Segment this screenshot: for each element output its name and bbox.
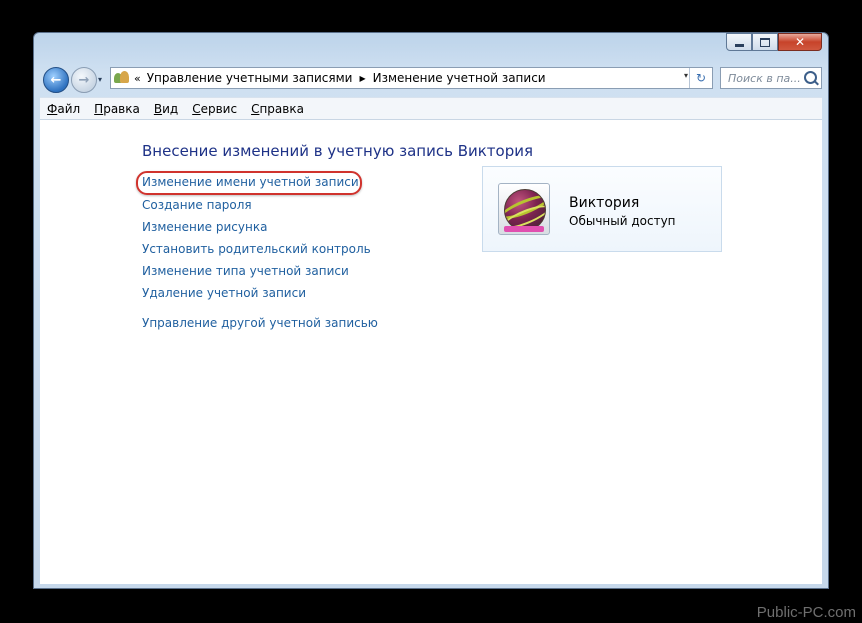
user-name: Виктория: [569, 195, 640, 211]
menu-help[interactable]: Справка: [251, 102, 304, 116]
link-delete-account[interactable]: Удаление учетной записи: [142, 286, 306, 300]
link-create-password[interactable]: Создание пароля: [142, 198, 252, 212]
ball-avatar-icon: [498, 183, 550, 235]
user-accounts-icon: [114, 71, 130, 85]
link-change-account-type[interactable]: Изменение типа учетной записи: [142, 264, 349, 278]
back-button[interactable]: ←: [43, 67, 69, 93]
maximize-icon: [760, 37, 770, 47]
page-title: Внесение изменений в учетную запись Викт…: [142, 142, 534, 160]
link-change-account-name[interactable]: Изменение имени учетной записи: [142, 175, 359, 189]
address-bar[interactable]: « Управление учетными записями ▶ Изменен…: [110, 67, 713, 89]
close-button[interactable]: ✕: [778, 33, 822, 51]
breadcrumb-user-accounts[interactable]: Управление учетными записями: [147, 71, 353, 85]
explorer-window: ✕ ← → ▾ « Управление учетными записями ▶…: [33, 32, 829, 589]
menu-bar: Файл Правка Вид Сервис Справка: [40, 97, 822, 120]
forward-arrow-icon: →: [78, 72, 90, 88]
watermark: Public-PC.com: [756, 604, 856, 621]
search-input[interactable]: Поиск в па...: [720, 67, 822, 89]
breadcrumb-change-account[interactable]: Изменение учетной записи: [373, 71, 546, 85]
address-dropdown-icon[interactable]: ▾: [684, 71, 688, 80]
menu-view[interactable]: Вид: [154, 102, 178, 116]
chevron-icon[interactable]: «: [134, 72, 141, 85]
search-icon[interactable]: [804, 71, 817, 84]
maximize-button[interactable]: [752, 33, 778, 51]
link-manage-another-account[interactable]: Управление другой учетной записью: [142, 316, 378, 330]
menu-tools[interactable]: Сервис: [192, 102, 237, 116]
refresh-button[interactable]: ↻: [689, 68, 712, 88]
minimize-icon: [734, 43, 744, 47]
search-placeholder: Поиск в па...: [728, 71, 801, 85]
user-account-type: Обычный доступ: [569, 214, 676, 228]
forward-button[interactable]: →: [71, 67, 97, 93]
refresh-icon: ↻: [695, 71, 707, 85]
minimize-button[interactable]: [726, 33, 752, 51]
breadcrumb-separator-icon[interactable]: ▶: [359, 74, 365, 83]
close-icon: ✕: [794, 35, 806, 49]
caption-buttons: ✕: [726, 33, 822, 51]
link-parental-controls[interactable]: Установить родительский контроль: [142, 242, 371, 256]
recent-pages-dropdown[interactable]: ▾: [98, 75, 102, 84]
menu-file[interactable]: Файл: [47, 102, 80, 116]
user-card: Виктория Обычный доступ: [482, 166, 722, 252]
content-area: Внесение изменений в учетную запись Викт…: [40, 119, 822, 584]
link-change-picture[interactable]: Изменение рисунка: [142, 220, 267, 234]
back-arrow-icon: ←: [50, 72, 62, 88]
menu-edit[interactable]: Правка: [94, 102, 140, 116]
